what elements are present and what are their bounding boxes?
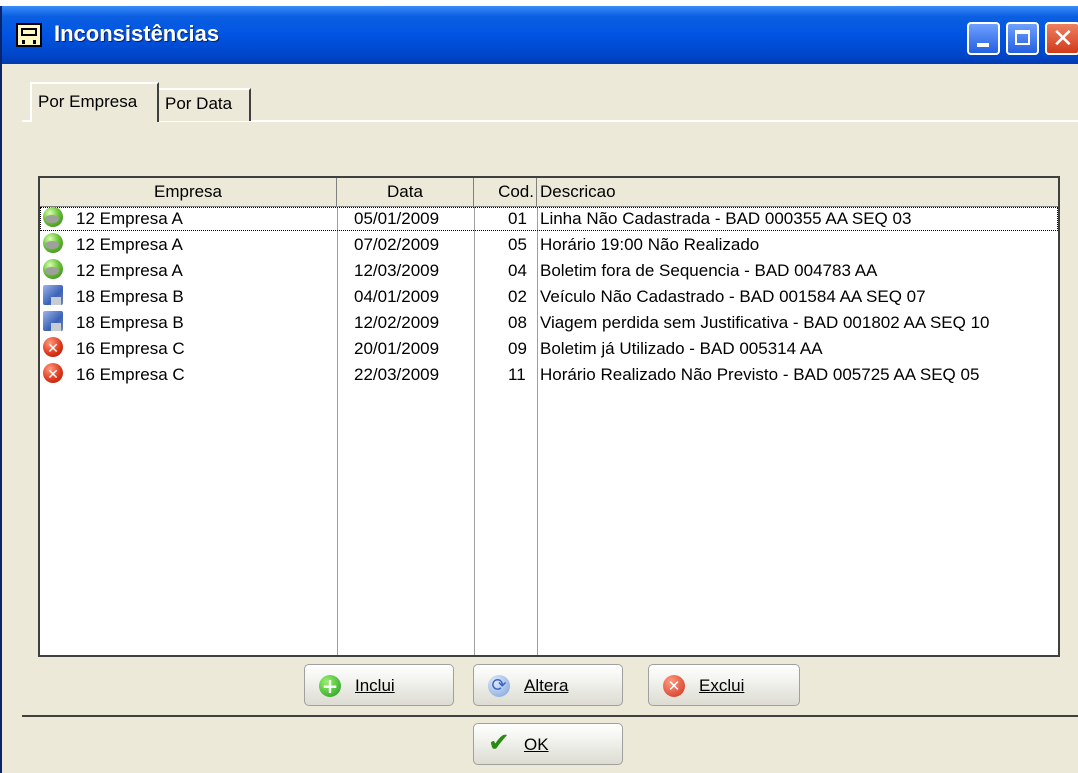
green-check-icon: [43, 233, 63, 253]
tab-por-empresa[interactable]: Por Empresa: [30, 82, 159, 122]
table-row[interactable]: ✕ 16 Empresa C 22/03/2009 11 Horário Rea…: [40, 363, 1058, 387]
grid-header: Empresa Data Cod. Descricao: [40, 178, 1058, 207]
maximize-button[interactable]: [1006, 22, 1039, 55]
cell-cod: 09: [508, 339, 527, 358]
altera-button[interactable]: ⟳ Altera: [473, 664, 623, 706]
cell-cod: 05: [508, 235, 527, 254]
exclui-label: Exclui: [699, 676, 745, 695]
table-row[interactable]: 12 Empresa A 12/03/2009 04 Boletim fora …: [40, 259, 1058, 283]
minimize-button[interactable]: [967, 22, 1000, 55]
table-row[interactable]: ✕ 16 Empresa C 20/01/2009 09 Boletim já …: [40, 337, 1058, 361]
close-button[interactable]: ✕: [1045, 22, 1078, 55]
green-check-icon: [43, 259, 63, 279]
cell-descricao: Viagem perdida sem Justificativa - BAD 0…: [540, 313, 990, 332]
table-row[interactable]: 12 Empresa A 05/01/2009 01 Linha Não Cad…: [40, 207, 1058, 231]
altera-label: Altera: [524, 676, 569, 695]
ok-button[interactable]: ✔ OK: [473, 723, 623, 765]
plus-icon: +: [319, 675, 341, 697]
cell-descricao: Horário 19:00 Não Realizado: [540, 235, 760, 254]
cell-empresa: 16 Empresa C: [76, 365, 185, 384]
cell-data: 12/03/2009: [354, 261, 440, 280]
cell-empresa: 12 Empresa A: [76, 209, 183, 228]
column-header-cod[interactable]: Cod.: [474, 178, 537, 206]
cell-empresa: 18 Empresa B: [76, 287, 184, 306]
cell-cod: 11: [508, 365, 526, 384]
window-title: Inconsistências: [54, 21, 220, 46]
cell-data: 04/01/2009: [354, 287, 440, 306]
monitor-icon: [43, 311, 63, 331]
cell-descricao: Boletim já Utilizado - BAD 005314 AA: [540, 339, 823, 358]
table-row[interactable]: 18 Empresa B 04/01/2009 02 Veículo Não C…: [40, 285, 1058, 309]
cell-cod: 02: [508, 287, 527, 306]
refresh-icon: ⟳: [488, 675, 510, 697]
tab-por-data[interactable]: Por Data: [159, 88, 251, 121]
column-header-descricao[interactable]: Descricao: [537, 178, 1058, 206]
cell-empresa: 12 Empresa A: [76, 261, 183, 280]
cell-data: 20/01/2009: [354, 339, 440, 358]
table-row[interactable]: 12 Empresa A 07/02/2009 05 Horário 19:00…: [40, 233, 1058, 257]
title-bar[interactable]: Inconsistências ✕: [2, 6, 1078, 64]
green-check-icon: [43, 207, 63, 227]
cell-empresa: 12 Empresa A: [76, 235, 183, 254]
monitor-icon: [43, 285, 63, 305]
cell-data: 05/01/2009: [354, 209, 440, 228]
exclui-button[interactable]: ✕ Exclui: [648, 664, 800, 706]
cell-empresa: 16 Empresa C: [76, 339, 185, 358]
cell-descricao: Horário Realizado Não Previsto - BAD 005…: [540, 365, 980, 384]
cell-descricao: Linha Não Cadastrada - BAD 000355 AA SEQ…: [540, 209, 912, 228]
cell-descricao: Veículo Não Cadastrado - BAD 001584 AA S…: [540, 287, 926, 306]
inclui-label: Inclui: [355, 676, 395, 695]
cell-cod: 08: [508, 313, 527, 332]
cell-empresa: 18 Empresa B: [76, 313, 184, 332]
red-error-icon: ✕: [43, 337, 63, 357]
cell-descricao: Boletim fora de Sequencia - BAD 004783 A…: [540, 261, 878, 280]
column-header-empresa[interactable]: Empresa: [40, 178, 337, 206]
cell-data: 12/02/2009: [354, 313, 440, 332]
column-header-data[interactable]: Data: [337, 178, 474, 206]
cell-cod: 01: [508, 209, 527, 228]
close-icon: ✕: [1052, 24, 1074, 54]
cell-data: 07/02/2009: [354, 235, 440, 254]
inclui-button[interactable]: + Inclui: [304, 664, 454, 706]
red-error-icon: ✕: [43, 363, 63, 383]
table-row[interactable]: 18 Empresa B 12/02/2009 08 Viagem perdid…: [40, 311, 1058, 335]
ok-label: OK: [524, 735, 549, 754]
cell-data: 22/03/2009: [354, 365, 440, 384]
bus-icon: [16, 23, 42, 47]
inconsistencias-grid[interactable]: Empresa Data Cod. Descricao 12 Empresa A…: [38, 176, 1060, 657]
cell-cod: 04: [508, 261, 527, 280]
checkmark-icon: ✔: [488, 728, 510, 758]
delete-icon: ✕: [663, 675, 685, 697]
